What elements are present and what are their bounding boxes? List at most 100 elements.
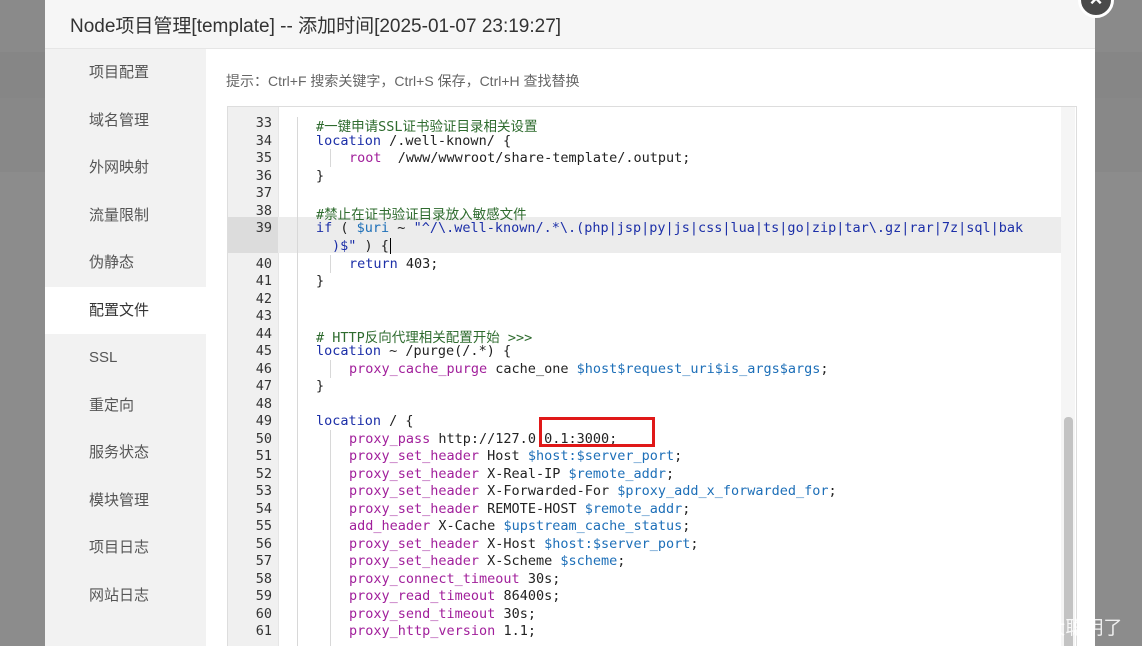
sidebar-item-module-management[interactable]: 模块管理 bbox=[45, 477, 206, 524]
code-string: )$" bbox=[332, 238, 357, 254]
code-text: ( bbox=[332, 220, 357, 236]
text-cursor: ​ bbox=[389, 238, 391, 254]
code-directive: proxy_set_header bbox=[349, 553, 480, 569]
sidebar-item-external-mapping[interactable]: 外网映射 bbox=[45, 144, 206, 191]
code-text: ; bbox=[690, 536, 699, 552]
code-line: } bbox=[316, 273, 325, 289]
code-text: ) { bbox=[356, 238, 389, 254]
line-number: 42 bbox=[255, 291, 272, 307]
code-line: proxy_set_header X-Forwarded-For $proxy_… bbox=[349, 483, 837, 499]
code-text: ; bbox=[820, 361, 829, 377]
editor-scrollbar[interactable] bbox=[1061, 107, 1075, 646]
sidebar-item-rewrite[interactable]: 伪静态 bbox=[45, 239, 206, 286]
code-line: add_header X-Cache $upstream_cache_statu… bbox=[349, 518, 690, 534]
line-number: 34 bbox=[255, 133, 272, 149]
code-text: ; bbox=[666, 466, 675, 482]
editor-hint: 提示：Ctrl+F 搜索关键字，Ctrl+S 保存，Ctrl+H 查找替换 bbox=[226, 73, 580, 89]
line-number: 33 bbox=[255, 115, 272, 131]
code-directive: proxy_pass bbox=[349, 431, 431, 447]
line-number: 56 bbox=[255, 536, 272, 552]
code-line-wrap: )$" ) {​ bbox=[332, 238, 391, 254]
code-directive: proxy_set_header bbox=[349, 448, 480, 464]
code-text: X-Real-IP bbox=[479, 466, 569, 482]
code-line: return 403; bbox=[349, 256, 438, 272]
code-text: ~ bbox=[389, 220, 414, 236]
dialog-title: Node项目管理[template] -- 添加时间[2025-01-07 23… bbox=[70, 16, 562, 37]
code-line: proxy_send_timeout 30s; bbox=[349, 606, 536, 622]
annotation-highlight-box bbox=[539, 417, 655, 447]
line-number: 54 bbox=[255, 501, 272, 517]
code-directive: add_header bbox=[349, 518, 431, 534]
code-text: / { bbox=[381, 413, 414, 429]
sidebar-item-site-log[interactable]: 网站日志 bbox=[45, 572, 206, 619]
line-number: 39 bbox=[255, 220, 272, 236]
code-text: REMOTE-HOST bbox=[479, 501, 585, 517]
code-text: ; bbox=[828, 483, 837, 499]
scrollbar-thumb[interactable] bbox=[1064, 417, 1073, 646]
code-line: location ~ /purge(/.*) { bbox=[316, 343, 511, 359]
code-variable: $remote_addr bbox=[584, 501, 683, 517]
code-text: 403; bbox=[397, 256, 439, 272]
sidebar-item-ssl[interactable]: SSL bbox=[45, 334, 206, 381]
sidebar-item-project-log[interactable]: 项目日志 bbox=[45, 524, 206, 571]
code-text: ~ /purge(/.*) { bbox=[381, 343, 512, 359]
code-line: proxy_http_version 1.1; bbox=[349, 623, 536, 639]
code-line: proxy_read_timeout 86400s; bbox=[349, 588, 560, 604]
code-line: proxy_set_header X-Real-IP $remote_addr; bbox=[349, 466, 674, 482]
line-number: 49 bbox=[255, 413, 272, 429]
code-text: /.well-known/ { bbox=[381, 133, 512, 149]
line-number: 61 bbox=[255, 623, 272, 639]
code-text: 1.1; bbox=[495, 623, 536, 639]
line-number: 37 bbox=[255, 185, 272, 201]
code-directive: proxy_set_header bbox=[349, 501, 480, 517]
sidebar: 项目配置 域名管理 外网映射 流量限制 伪静态 配置文件 SSL 重定向 服务状… bbox=[45, 49, 206, 646]
code-text: X-Host bbox=[479, 536, 545, 552]
config-file-panel: 提示：Ctrl+F 搜索关键字，Ctrl+S 保存，Ctrl+H 查找替换 32… bbox=[206, 49, 1095, 646]
code-line: proxy_set_header X-Host $host:$server_po… bbox=[349, 536, 699, 552]
sidebar-item-project-config[interactable]: 项目配置 bbox=[45, 49, 206, 96]
code-variable: $host:$server_port bbox=[527, 448, 675, 464]
code-directive: proxy_set_header bbox=[349, 483, 480, 499]
sidebar-item-domain-management[interactable]: 域名管理 bbox=[45, 97, 206, 144]
sidebar-item-config-file[interactable]: 配置文件 bbox=[45, 287, 206, 334]
code-line: location / { bbox=[316, 413, 414, 429]
code-directive: proxy_cache_purge bbox=[349, 361, 488, 377]
watermark: CSDN @大聪明了 bbox=[968, 618, 1123, 639]
code-variable: $host:$server_port bbox=[544, 536, 691, 552]
line-number: 40 bbox=[255, 256, 272, 272]
code-text: X-Scheme bbox=[479, 553, 561, 569]
code-line: if ( $uri ~ "^/\.well-known/.*\.(php|jsp… bbox=[316, 220, 1023, 236]
code-text: ; bbox=[682, 501, 691, 517]
code-variable: $host$request_uri$is_args$args bbox=[576, 361, 821, 377]
code-variable: $proxy_add_x_forwarded_for bbox=[617, 483, 829, 499]
code-directive: proxy_send_timeout bbox=[349, 606, 496, 622]
line-number: 35 bbox=[255, 150, 272, 166]
code-keyword: if bbox=[316, 220, 333, 236]
code-line: proxy_connect_timeout 30s; bbox=[349, 571, 560, 587]
line-number: 32 bbox=[228, 107, 272, 111]
code-editor[interactable]: 32 33 34 35 36 37 38 39 40 41 42 43 44 4… bbox=[227, 106, 1077, 646]
line-number: 50 bbox=[255, 431, 272, 447]
code-line: proxy_set_header REMOTE-HOST $remote_add… bbox=[349, 501, 690, 517]
line-number: 60 bbox=[255, 606, 272, 622]
line-number: 38 bbox=[255, 203, 272, 219]
line-number: 45 bbox=[255, 343, 272, 359]
code-variable: $remote_addr bbox=[568, 466, 666, 482]
code-text: X-Cache bbox=[430, 518, 504, 534]
line-number: 55 bbox=[255, 518, 272, 534]
sidebar-item-traffic-limit[interactable]: 流量限制 bbox=[45, 192, 206, 239]
code-directive: proxy_read_timeout bbox=[349, 588, 496, 604]
code-variable: $upstream_cache_status bbox=[503, 518, 683, 534]
line-number: 51 bbox=[255, 448, 272, 464]
code-string: "^/\.well-known/.*\.(php|jsp|py|js|css|l… bbox=[413, 220, 1024, 236]
code-line: proxy_set_header Host $host:$server_port… bbox=[349, 448, 682, 464]
code-keyword: return bbox=[349, 256, 398, 272]
code-keyword: location bbox=[316, 133, 382, 149]
code-directive: proxy_set_header bbox=[349, 466, 480, 482]
sidebar-item-service-status[interactable]: 服务状态 bbox=[45, 429, 206, 476]
sidebar-item-redirect[interactable]: 重定向 bbox=[45, 382, 206, 429]
line-number: 44 bbox=[255, 326, 272, 342]
code-text: Host bbox=[479, 448, 528, 464]
code-text: ; bbox=[682, 518, 691, 534]
code-line: proxy_cache_purge cache_one $host$reques… bbox=[349, 361, 829, 377]
